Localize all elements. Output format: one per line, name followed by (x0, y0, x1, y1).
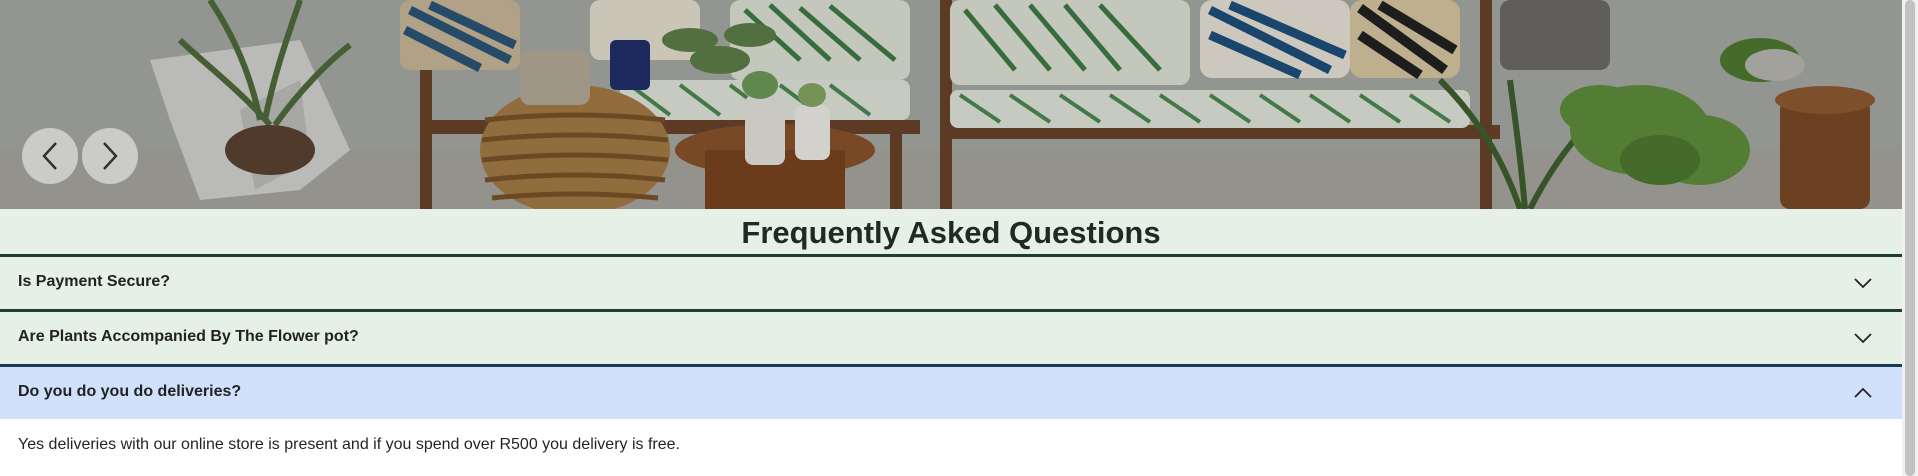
scrollbar-thumb[interactable] (1905, 0, 1915, 476)
faq-title: Frequently Asked Questions (0, 209, 1902, 254)
chevron-right-icon (103, 142, 118, 170)
faq-item: Are Plants Accompanied By The Flower pot… (0, 309, 1902, 364)
chevron-down-icon (1854, 278, 1872, 289)
faq-question-button[interactable]: Are Plants Accompanied By The Flower pot… (0, 309, 1902, 364)
faq-question-text: Do you do you do deliveries? (18, 383, 242, 400)
page-scrollbar[interactable] (1902, 0, 1918, 476)
faq-question-button[interactable]: Do you do you do deliveries? (0, 364, 1902, 419)
chevron-down-icon (1854, 333, 1872, 344)
faq-item: Is Payment Secure? (0, 254, 1902, 309)
faq-question-button[interactable]: Is Payment Secure? (0, 254, 1902, 309)
carousel-next-button[interactable] (82, 128, 138, 184)
chevron-left-icon (42, 142, 57, 170)
chevron-up-icon (1854, 387, 1872, 398)
hero-carousel (0, 0, 1902, 209)
faq-question-text: Are Plants Accompanied By The Flower pot… (18, 328, 359, 345)
carousel-prev-button[interactable] (22, 128, 78, 184)
faq-section: Frequently Asked Questions Is Payment Se… (0, 209, 1902, 470)
faq-item: Do you do you do deliveries? Yes deliver… (0, 364, 1902, 470)
faq-question-text: Is Payment Secure? (18, 273, 171, 290)
hero-image (0, 0, 1902, 209)
faq-answer-text: Yes deliveries with our online store is … (0, 419, 1902, 470)
